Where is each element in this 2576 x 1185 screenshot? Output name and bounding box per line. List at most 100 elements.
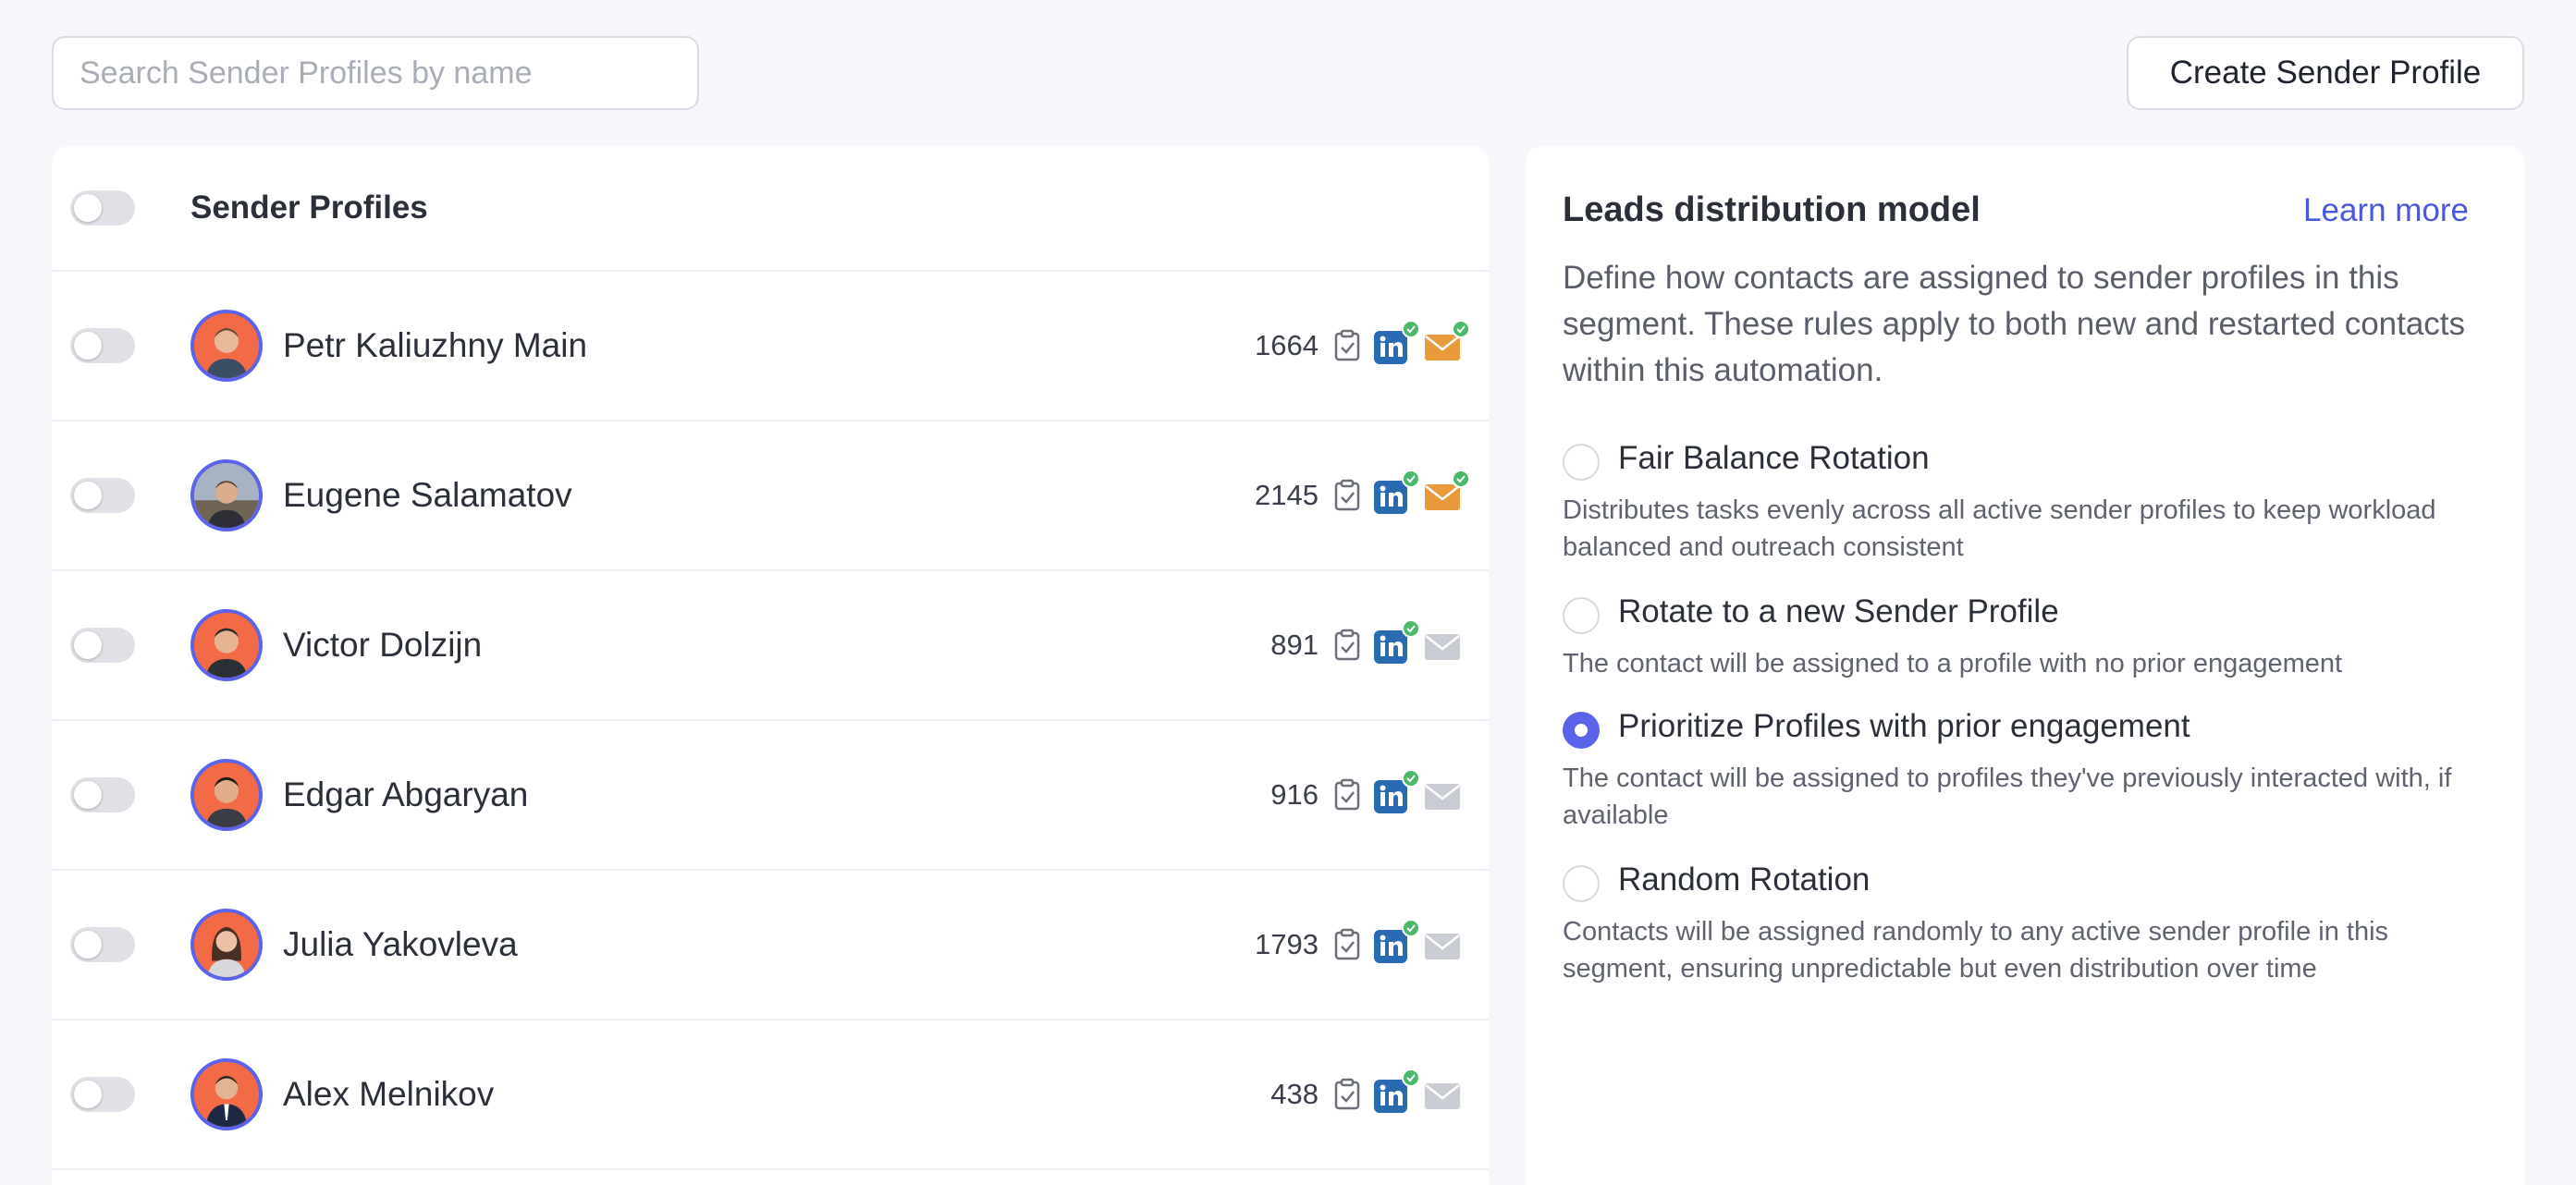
linkedin-icon (1374, 331, 1407, 364)
linkedin-status[interactable] (1374, 919, 1420, 963)
table-row: Edgar Abgaryan 916 (52, 721, 1489, 871)
linkedin-status[interactable] (1374, 1069, 1420, 1113)
verified-check-icon (1402, 919, 1420, 937)
avatar (190, 909, 263, 981)
avatar (190, 609, 263, 681)
option-label: Rotate to a new Sender Profile (1618, 593, 2059, 629)
option-label: Prioritize Profiles with prior engagemen… (1618, 708, 2190, 744)
linkedin-status[interactable] (1374, 769, 1420, 813)
verified-check-icon (1402, 769, 1420, 788)
contacts-count: 891 (1270, 629, 1319, 661)
profile-toggle[interactable] (70, 478, 135, 513)
table-row: Julia Yakovleva 1793 (52, 871, 1489, 1020)
avatar-image (194, 463, 259, 528)
profile-name: Alex Melnikov (283, 1075, 495, 1113)
radio-prioritize-prior-engagement[interactable] (1563, 712, 1600, 749)
verified-check-icon (1402, 470, 1420, 488)
clipboard-icon (1334, 629, 1360, 661)
clipboard-icon (1334, 928, 1360, 960)
profile-metrics: 438 (1270, 1069, 1461, 1113)
avatar-image (194, 1062, 259, 1127)
top-toolbar: Create Sender Profile (0, 0, 2576, 146)
profile-name: Petr Kaliuzhny Main (283, 326, 588, 364)
panel-title: Sender Profiles (190, 189, 428, 226)
table-row: Alex Melnikov 438 (52, 1020, 1489, 1170)
clipboard-icon (1334, 329, 1360, 361)
contacts-count: 1664 (1255, 329, 1319, 361)
email-icon (1425, 634, 1460, 660)
leads-title: Leads distribution model (1563, 190, 1981, 229)
avatar (190, 1058, 263, 1130)
table-row: Eugene Salamatov 2145 (52, 421, 1489, 571)
profile-toggle[interactable] (70, 927, 135, 962)
radio-random-rotation[interactable] (1563, 865, 1600, 902)
toggle-knob (74, 482, 102, 509)
profile-toggle[interactable] (70, 328, 135, 363)
profile-name: Eugene Salamatov (283, 476, 572, 514)
verified-check-icon (1402, 619, 1420, 638)
profile-name: Victor Dolzijn (283, 626, 483, 664)
contacts-count: 2145 (1255, 479, 1319, 511)
toggle-knob (74, 931, 102, 959)
option-label: Fair Balance Rotation (1618, 440, 1930, 476)
verified-check-icon (1452, 470, 1470, 488)
radio-fair-balance-rotation[interactable] (1563, 444, 1600, 481)
option-description: Distributes tasks evenly across all acti… (1563, 495, 2436, 562)
linkedin-status[interactable] (1374, 320, 1420, 364)
avatar-image (194, 313, 259, 378)
panel-header: Sender Profiles (52, 146, 1489, 272)
profile-metrics: 916 (1270, 769, 1461, 813)
option-description: The contact will be assigned to profiles… (1563, 764, 2452, 830)
email-icon (1425, 784, 1460, 810)
search-input[interactable] (52, 36, 699, 110)
profile-name: Edgar Abgaryan (283, 776, 529, 813)
linkedin-icon (1374, 481, 1407, 514)
profile-toggle[interactable] (70, 628, 135, 663)
profile-toggle[interactable] (70, 777, 135, 812)
email-status[interactable] (1424, 926, 1461, 963)
linkedin-icon (1374, 780, 1407, 813)
avatar (190, 310, 263, 382)
avatar-image (194, 912, 259, 977)
linkedin-icon (1374, 930, 1407, 963)
linkedin-icon (1374, 1080, 1407, 1113)
select-all-toggle[interactable] (70, 190, 135, 226)
profile-metrics: 2145 (1255, 470, 1470, 514)
linkedin-status[interactable] (1374, 619, 1420, 664)
contacts-count: 916 (1270, 778, 1319, 811)
verified-check-icon (1452, 320, 1470, 338)
create-sender-profile-button[interactable]: Create Sender Profile (2127, 36, 2524, 110)
contacts-count: 1793 (1255, 928, 1319, 960)
toggle-knob (74, 1081, 102, 1108)
verified-check-icon (1402, 320, 1420, 338)
leads-description: Define how contacts are assigned to send… (1563, 260, 2466, 388)
profile-name: Julia Yakovleva (283, 925, 518, 963)
leads-distribution-panel: Leads distribution model Learn more Defi… (1526, 146, 2524, 1185)
email-status[interactable] (1424, 776, 1461, 813)
avatar-image (194, 763, 259, 827)
toggle-knob (74, 332, 102, 360)
option-description: The contact will be assigned to a profil… (1563, 649, 2343, 678)
radio-rotate-new-profile[interactable] (1563, 597, 1600, 634)
email-status[interactable] (1424, 1076, 1461, 1113)
email-status[interactable] (1424, 470, 1470, 514)
avatar (190, 459, 263, 531)
linkedin-icon (1374, 630, 1407, 664)
email-status[interactable] (1424, 320, 1470, 364)
verified-check-icon (1402, 1069, 1420, 1087)
avatar (190, 759, 263, 831)
toggle-knob (74, 781, 102, 809)
profile-toggle[interactable] (70, 1077, 135, 1112)
sender-profiles-panel: Sender Profiles Petr Kaliuzhny Main 1664… (52, 146, 1489, 1185)
clipboard-icon (1334, 1078, 1360, 1110)
profile-metrics: 1793 (1255, 919, 1461, 963)
email-status[interactable] (1424, 627, 1461, 664)
email-icon (1425, 1083, 1460, 1109)
option-description: Contacts will be assigned randomly to an… (1563, 917, 2389, 983)
linkedin-status[interactable] (1374, 470, 1420, 514)
profile-metrics: 1664 (1255, 320, 1470, 364)
learn-more-link[interactable]: Learn more (2303, 192, 2469, 229)
email-icon (1425, 934, 1460, 959)
email-icon (1425, 484, 1460, 510)
avatar-image (194, 613, 259, 678)
